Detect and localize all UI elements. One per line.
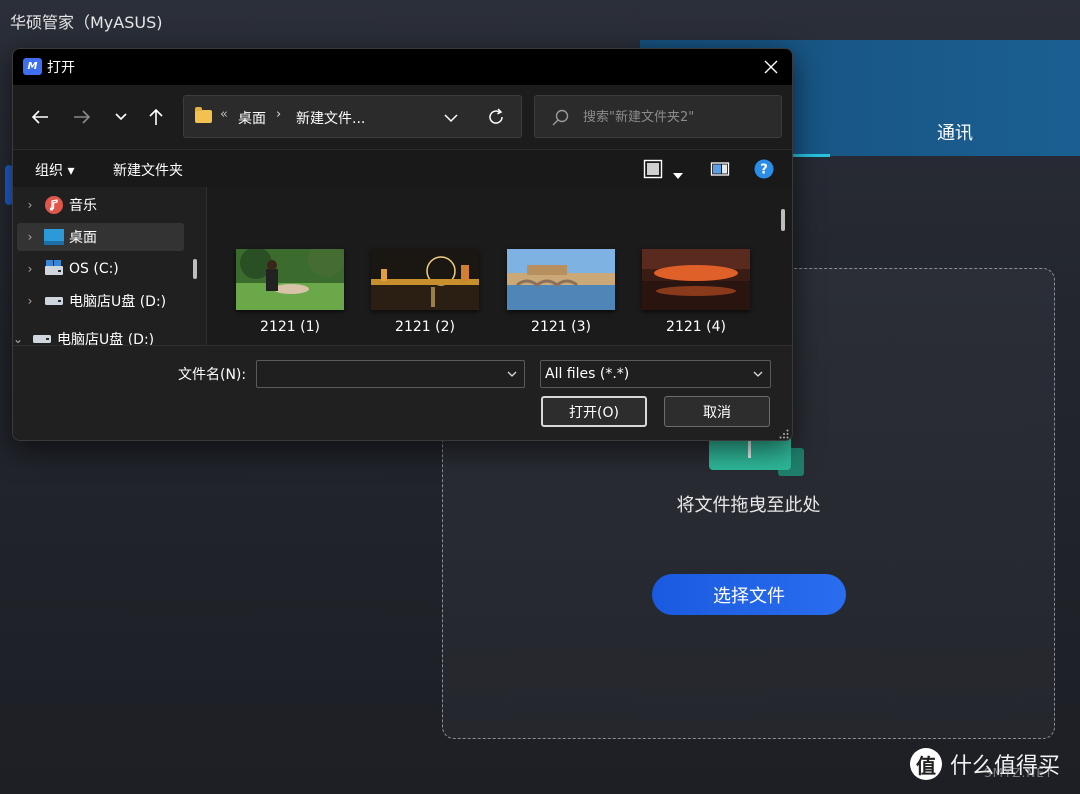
change-view-button[interactable] xyxy=(643,159,663,183)
navigation-scrollbar[interactable] xyxy=(193,259,197,279)
dialog-footer: 文件名(N): All files (*.*) 打开(O) 取消 xyxy=(13,345,792,440)
tab-underline xyxy=(790,154,830,157)
file-type-value: All files (*.*) xyxy=(545,366,630,382)
preview-pane-button[interactable] xyxy=(710,159,730,183)
svg-text:?: ? xyxy=(760,163,768,178)
recent-locations-button[interactable] xyxy=(106,103,136,131)
file-name: 2121 (4) xyxy=(666,319,726,335)
tree-item-label: OS (C:) xyxy=(69,261,119,277)
refresh-icon xyxy=(489,108,503,124)
filename-combobox[interactable] xyxy=(256,360,525,388)
arrow-up-icon xyxy=(149,108,163,125)
organize-menu[interactable]: 组织 ▾ xyxy=(35,160,74,180)
chevron-right-icon[interactable]: › xyxy=(17,198,43,212)
select-file-button[interactable]: 选择文件 xyxy=(652,574,846,615)
file-list-scrollbar[interactable] xyxy=(781,209,785,231)
address-history-button[interactable] xyxy=(440,108,462,128)
filename-label: 文件名(N): xyxy=(178,367,247,383)
file-name: 2121 (1) xyxy=(260,319,320,335)
tree-item-label: 电脑店U盘 (D:) xyxy=(69,294,167,310)
close-button[interactable] xyxy=(750,49,792,85)
watermark-sub: SMYZ.NET xyxy=(984,766,1054,780)
tree-item-os-drive[interactable]: › OS (C:) xyxy=(17,255,184,283)
breadcrumb-overflow[interactable]: « xyxy=(220,107,228,122)
breadcrumb-separator[interactable]: › xyxy=(276,107,281,122)
chevron-down-icon[interactable]: ⌄ xyxy=(13,332,31,346)
navigation-pane: › 音乐 › 桌面 › OS (C:) › 电脑店U盘 (D:) ⌄ 电脑店U盘… xyxy=(13,187,206,348)
address-bar[interactable]: « 桌面 › 新建文件... xyxy=(183,95,522,138)
chevron-right-icon[interactable]: › xyxy=(17,230,43,244)
filename-input[interactable] xyxy=(263,365,493,385)
image-thumbnail xyxy=(642,249,750,310)
tree-item-music[interactable]: › 音乐 xyxy=(17,191,184,219)
tree-item-usb-drive[interactable]: › 电脑店U盘 (D:) xyxy=(17,287,184,315)
file-name: 2121 (3) xyxy=(531,319,591,335)
resize-grip-icon[interactable] xyxy=(779,429,789,439)
help-button[interactable]: ? xyxy=(754,159,774,183)
forward-button[interactable] xyxy=(67,103,97,131)
file-item[interactable]: 2121 (1) xyxy=(236,249,344,337)
dialog-titlebar: M 打开 xyxy=(13,49,792,85)
desktop-icon xyxy=(43,228,65,246)
search-box[interactable] xyxy=(534,95,782,138)
tree-item-label: 音乐 xyxy=(69,198,97,214)
file-upload-icon-line xyxy=(748,440,751,458)
music-icon xyxy=(43,196,65,214)
image-thumbnail xyxy=(371,249,479,310)
view-options-button[interactable] xyxy=(673,164,683,183)
dialog-title: 打开 xyxy=(47,60,75,76)
app-title: 华硕管家（MyASUS) xyxy=(10,13,163,32)
view-icon xyxy=(643,159,663,179)
preview-pane-icon xyxy=(710,162,730,176)
watermark-logo-icon: 值 xyxy=(910,748,942,780)
file-item[interactable]: 2121 (3) xyxy=(507,249,615,337)
up-button[interactable] xyxy=(141,103,171,131)
cancel-button[interactable]: 取消 xyxy=(664,396,770,427)
file-item[interactable]: 2121 (2) xyxy=(371,249,479,337)
chevron-right-icon[interactable]: › xyxy=(17,262,43,276)
open-file-dialog: M 打开 « 桌面 › 新建文件... 搜索"新建文件夹2" 组织 ▾ 新建文件… xyxy=(12,48,793,441)
search-icon xyxy=(552,109,569,126)
chevron-down-icon xyxy=(444,114,458,123)
chevron-down-icon[interactable] xyxy=(506,368,518,380)
drive-os-icon xyxy=(43,260,65,278)
image-thumbnail xyxy=(236,249,344,310)
close-icon xyxy=(764,60,778,74)
navigation-bar: « 桌面 › 新建文件... xyxy=(13,85,792,149)
breadcrumb-current-folder[interactable]: 新建文件... xyxy=(296,108,365,128)
chevron-down-icon xyxy=(115,113,127,121)
file-list: 2121 (1) 2121 (2) 2121 (3) 2121 (4) xyxy=(207,187,792,345)
tree-item-desktop[interactable]: › 桌面 xyxy=(17,223,184,251)
tree-item-label: 桌面 xyxy=(69,230,97,246)
breadcrumb-desktop[interactable]: 桌面 xyxy=(238,108,266,128)
myasus-app-icon: M xyxy=(23,58,42,75)
chevron-right-icon[interactable]: › xyxy=(17,294,43,308)
search-input[interactable] xyxy=(583,106,773,128)
folder-icon xyxy=(195,107,212,123)
tab-communication[interactable]: 通讯 xyxy=(830,108,1080,156)
file-item[interactable]: 2121 (4) xyxy=(642,249,750,337)
command-bar: 组织 ▾ 新建文件夹 ? xyxy=(13,149,792,187)
file-name: 2121 (2) xyxy=(395,319,455,335)
back-button[interactable] xyxy=(25,103,55,131)
drop-hint-text: 将文件拖曳至此处 xyxy=(676,495,821,516)
arrow-left-icon xyxy=(31,110,48,124)
file-type-select[interactable]: All files (*.*) xyxy=(540,360,771,388)
image-thumbnail xyxy=(507,249,615,310)
arrow-right-icon xyxy=(74,110,91,124)
new-folder-button[interactable]: 新建文件夹 xyxy=(113,160,183,180)
help-icon: ? xyxy=(754,159,774,179)
open-button[interactable]: 打开(O) xyxy=(541,396,647,427)
refresh-button[interactable] xyxy=(486,107,508,129)
chevron-down-icon xyxy=(753,371,763,377)
usb-drive-icon xyxy=(43,292,65,310)
caret-down-icon xyxy=(673,173,683,179)
